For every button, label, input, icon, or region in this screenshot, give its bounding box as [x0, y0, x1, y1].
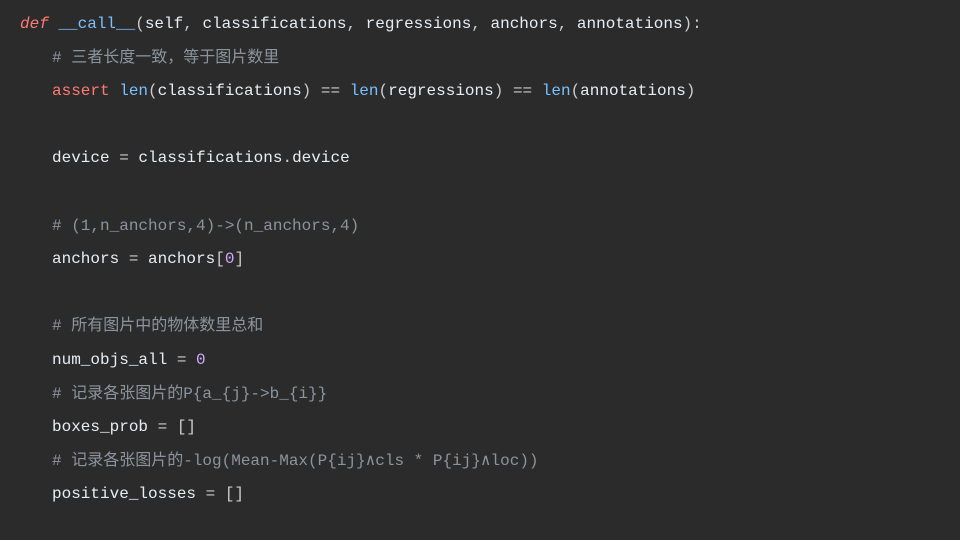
paren-close: ) [686, 82, 696, 100]
operator-assign: = [206, 485, 225, 503]
number-zero: 0 [196, 351, 206, 369]
code-line-2: # 三者长度一致，等于图片数里 [20, 42, 940, 76]
code-line-blank [20, 176, 940, 210]
var-num-objs-all: num_objs_all [52, 351, 177, 369]
var-classifications: classifications [158, 82, 302, 100]
function-name: __call__ [58, 15, 135, 33]
operator-assign: = [158, 418, 177, 436]
code-line-blank [20, 277, 940, 311]
operator-assign: = [119, 149, 138, 167]
var-anchors-rhs: anchors [148, 250, 215, 268]
bracket-open: [ [215, 250, 225, 268]
operator-assign: = [177, 351, 196, 369]
comment: # 所有图片中的物体数里总和 [52, 317, 263, 335]
code-line-12: # 记录各张图片的P{a_{j}->b_{i}} [20, 378, 940, 412]
dot: . [282, 149, 292, 167]
number-zero: 0 [225, 250, 235, 268]
code-line-11: num_objs_all = 0 [20, 344, 940, 378]
empty-list: [] [225, 485, 244, 503]
separator: , [471, 15, 490, 33]
code-line-10: # 所有图片中的物体数里总和 [20, 310, 940, 344]
operator-eq: == [321, 82, 350, 100]
var-annotations: annotations [580, 82, 686, 100]
operator-eq: == [513, 82, 542, 100]
param-regressions: regressions [366, 15, 472, 33]
paren-close: ) [302, 82, 321, 100]
keyword-assert: assert [52, 82, 119, 100]
paren-open: ( [571, 82, 581, 100]
code-line-15: positive_losses = [] [20, 478, 940, 512]
code-line-14: # 记录各张图片的-log(Mean-Max(P{ij}∧cls * P{ij}… [20, 445, 940, 479]
param-classifications: classifications [202, 15, 346, 33]
comment: # 记录各张图片的-log(Mean-Max(P{ij}∧cls * P{ij}… [52, 452, 539, 470]
separator: , [346, 15, 365, 33]
param-anchors: anchors [491, 15, 558, 33]
var-regressions: regressions [388, 82, 494, 100]
separator: , [183, 15, 202, 33]
attr-device: device [292, 149, 350, 167]
keyword-def: def [20, 15, 58, 33]
code-line-7: # (1,n_anchors,4)->(n_anchors,4) [20, 210, 940, 244]
builtin-len: len [350, 82, 379, 100]
var-positive-losses: positive_losses [52, 485, 206, 503]
param-self: self [145, 15, 183, 33]
empty-list: [] [177, 418, 196, 436]
paren-open: ( [135, 15, 145, 33]
paren-open: ( [148, 82, 158, 100]
paren-close: ) [494, 82, 513, 100]
separator: , [558, 15, 577, 33]
operator-assign: = [129, 250, 148, 268]
builtin-len: len [119, 82, 148, 100]
comment: # (1,n_anchors,4)->(n_anchors,4) [52, 217, 359, 235]
comment: # 三者长度一致，等于图片数里 [52, 49, 279, 67]
code-line-8: anchors = anchors[0] [20, 243, 940, 277]
var-classifications: classifications [138, 149, 282, 167]
bracket-close: ] [234, 250, 244, 268]
code-line-3: assert len(classifications) == len(regre… [20, 75, 940, 109]
var-anchors: anchors [52, 250, 129, 268]
code-line-blank [20, 109, 940, 143]
comment: # 记录各张图片的P{a_{j}->b_{i}} [52, 385, 327, 403]
var-boxes-prob: boxes_prob [52, 418, 158, 436]
param-annotations: annotations [577, 15, 683, 33]
code-line-5: device = classifications.device [20, 142, 940, 176]
builtin-len: len [542, 82, 571, 100]
code-line-13: boxes_prob = [] [20, 411, 940, 445]
code-line-1: def __call__(self, classifications, regr… [20, 8, 940, 42]
var-device: device [52, 149, 119, 167]
paren-close: ): [683, 15, 702, 33]
code-editor: def __call__(self, classifications, regr… [20, 8, 940, 512]
paren-open: ( [379, 82, 389, 100]
